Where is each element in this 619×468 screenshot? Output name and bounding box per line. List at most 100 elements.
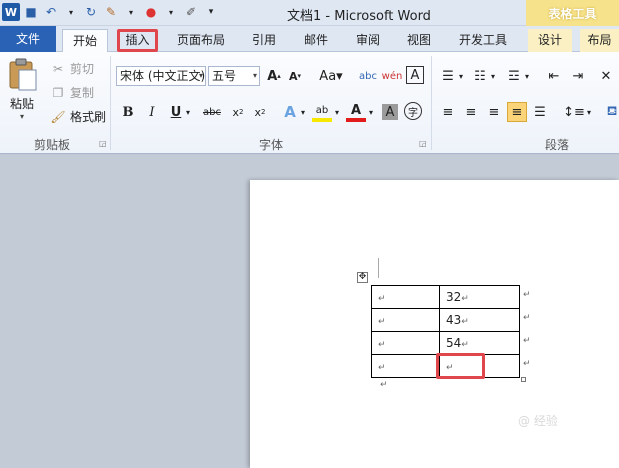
save-icon[interactable]: ■ <box>22 3 40 21</box>
tab-references[interactable]: 引用 <box>246 29 282 52</box>
row-end-mark: ↵ <box>523 359 531 369</box>
dropdown-arrow-icon[interactable]: ▾ <box>584 102 594 122</box>
table-resize-handle[interactable] <box>521 377 526 382</box>
pen-icon[interactable]: ✐ <box>182 3 200 21</box>
dropdown-arrow-icon[interactable]: ▾ <box>332 102 342 122</box>
bullets-icon[interactable]: ☰ <box>438 66 458 86</box>
distributed-icon[interactable]: ☰ <box>530 102 550 122</box>
numbering-icon[interactable]: ☷ <box>470 66 490 86</box>
scissors-icon: ✂ <box>52 61 64 76</box>
row-end-mark: ↵ <box>523 290 531 300</box>
table-cell[interactable]: 32↵ <box>439 285 520 309</box>
table-row: ↵ 43↵ <box>371 308 520 332</box>
align-left-icon[interactable]: ≡ <box>438 102 458 122</box>
tab-home[interactable]: 开始 <box>62 29 108 52</box>
text-effects-icon[interactable]: A <box>280 102 300 122</box>
customize-qat-icon[interactable]: ▾ <box>202 3 220 21</box>
highlight-icon[interactable]: ab <box>312 102 332 122</box>
align-right-icon[interactable]: ≡ <box>484 102 504 122</box>
font-color-icon[interactable]: A <box>346 102 366 122</box>
tab-file[interactable]: 文件 <box>0 26 56 52</box>
tab-design[interactable]: 设计 <box>528 29 572 52</box>
dropdown-arrow-icon[interactable]: ▾ <box>488 66 498 86</box>
dropdown-arrow-icon[interactable]: ▾ <box>162 3 180 21</box>
tab-review[interactable]: 审阅 <box>350 29 386 52</box>
font-size-dropdown-icon: ▾ <box>252 71 257 80</box>
color-wheel-icon[interactable]: ● <box>142 3 160 21</box>
clipboard-launcher-icon[interactable]: ◲ <box>99 140 107 148</box>
underline-dropdown-icon[interactable]: ▾ <box>182 102 194 122</box>
table-row: ↵ 54↵ <box>371 331 520 355</box>
table-cell[interactable]: ↵ <box>371 354 440 378</box>
multilevel-list-icon[interactable]: ☲ <box>504 66 524 86</box>
tab-page-layout[interactable]: 页面布局 <box>170 29 232 52</box>
tab-layout[interactable]: 布局 <box>580 29 619 52</box>
table-cell[interactable]: 54↵ <box>439 331 520 355</box>
table-cell[interactable]: ↵ <box>371 331 440 355</box>
word-logo-icon[interactable]: W <box>2 3 20 21</box>
dropdown-arrow-icon[interactable]: ▾ <box>122 3 140 21</box>
table-cell[interactable]: ↵ <box>371 285 440 309</box>
dropdown-arrow-icon[interactable]: ▾ <box>522 66 532 86</box>
char-shading-icon[interactable]: A <box>382 104 398 120</box>
enclose-char-icon[interactable]: 字 <box>404 102 422 120</box>
row-end-mark: ↵ <box>523 313 531 323</box>
chinese-layout-icon[interactable]: ✕ <box>596 66 616 86</box>
group-separator <box>110 56 111 150</box>
phonetic-guide-icon[interactable]: abc <box>358 66 378 86</box>
copy-button[interactable]: ❐ 复制 <box>50 84 94 101</box>
row-end-mark: ↵ <box>523 336 531 346</box>
undo-icon[interactable]: ↶ <box>42 3 60 21</box>
align-center-icon[interactable]: ≡ <box>461 102 481 122</box>
font-name-value: 宋体 (中文正文) <box>120 69 206 83</box>
dropdown-arrow-icon[interactable]: ▾ <box>62 3 80 21</box>
clear-format-icon[interactable]: wén <box>382 66 403 86</box>
dropdown-arrow-icon[interactable]: ▾ <box>298 102 308 122</box>
selected-cell-highlight <box>436 353 485 379</box>
strikethrough-icon[interactable]: abc <box>200 102 224 122</box>
tab-view[interactable]: 视图 <box>401 29 437 52</box>
table-tools-title: 表格工具 <box>526 0 619 26</box>
font-size-value: 五号 <box>212 69 237 83</box>
paste-button-label[interactable]: 粘贴 <box>10 95 34 112</box>
cut-button[interactable]: ✂ 剪切 <box>50 60 94 77</box>
paste-icon[interactable] <box>8 58 38 92</box>
table-row: ↵ 32↵ <box>371 285 520 309</box>
bold-icon[interactable]: B <box>118 102 138 122</box>
grow-font-icon[interactable]: A ▴ <box>264 66 284 86</box>
increase-indent-icon[interactable]: ⇥ <box>568 66 588 86</box>
char-border-icon[interactable]: A <box>406 66 424 84</box>
decrease-indent-icon[interactable]: ⇤ <box>544 66 564 86</box>
brush-icon[interactable]: ✎ <box>102 3 120 21</box>
superscript-icon[interactable]: x2 <box>250 102 270 122</box>
tab-mailings[interactable]: 邮件 <box>298 29 334 52</box>
title-bar: W ■ ↶ ▾ ↻ ✎ ▾ ● ▾ ✐ ▾ 文档1 - Microsoft Wo… <box>0 0 619 26</box>
redo-icon[interactable]: ↻ <box>82 3 100 21</box>
font-launcher-icon[interactable]: ◲ <box>419 140 427 148</box>
paragraph-mark: ↵ <box>380 380 388 390</box>
italic-icon[interactable]: I <box>142 102 162 122</box>
table-cell[interactable]: 43↵ <box>439 308 520 332</box>
shading-icon[interactable]: ⛾ <box>602 102 619 122</box>
table-move-handle-icon[interactable]: ✥ <box>357 272 368 283</box>
format-painter-button[interactable]: 🖌 格式刷 <box>50 108 106 125</box>
change-case-icon[interactable]: Aa▾ <box>318 66 344 86</box>
tab-developer[interactable]: 开发工具 <box>452 29 514 52</box>
font-size-combo[interactable]: 五号 ▾ <box>208 66 260 86</box>
format-painter-label: 格式刷 <box>70 110 107 124</box>
paragraph-group-label: 段落 <box>544 138 569 152</box>
tab-insert[interactable]: 插入 <box>117 29 158 52</box>
paste-dropdown-icon[interactable]: ▾ <box>20 112 24 121</box>
font-name-combo[interactable]: 宋体 (中文正文) ▾ <box>116 66 206 86</box>
subscript-icon[interactable]: x2 <box>228 102 248 122</box>
shrink-font-icon[interactable]: A ▾ <box>285 66 305 86</box>
table-cell[interactable]: ↵ <box>371 308 440 332</box>
watermark-text: @ 经验 <box>518 414 558 428</box>
dropdown-arrow-icon[interactable]: ▾ <box>456 66 466 86</box>
justify-icon[interactable]: ≡ <box>507 102 527 122</box>
clipboard-group-label: 剪贴板 <box>33 138 70 152</box>
ribbon-tab-bar: 文件 开始 插入 页面布局 引用 邮件 审阅 视图 开发工具 设计 布局 <box>0 26 619 52</box>
margin-indicator <box>378 258 379 278</box>
line-spacing-icon[interactable]: ↕≡ <box>563 102 585 122</box>
dropdown-arrow-icon[interactable]: ▾ <box>366 102 376 122</box>
